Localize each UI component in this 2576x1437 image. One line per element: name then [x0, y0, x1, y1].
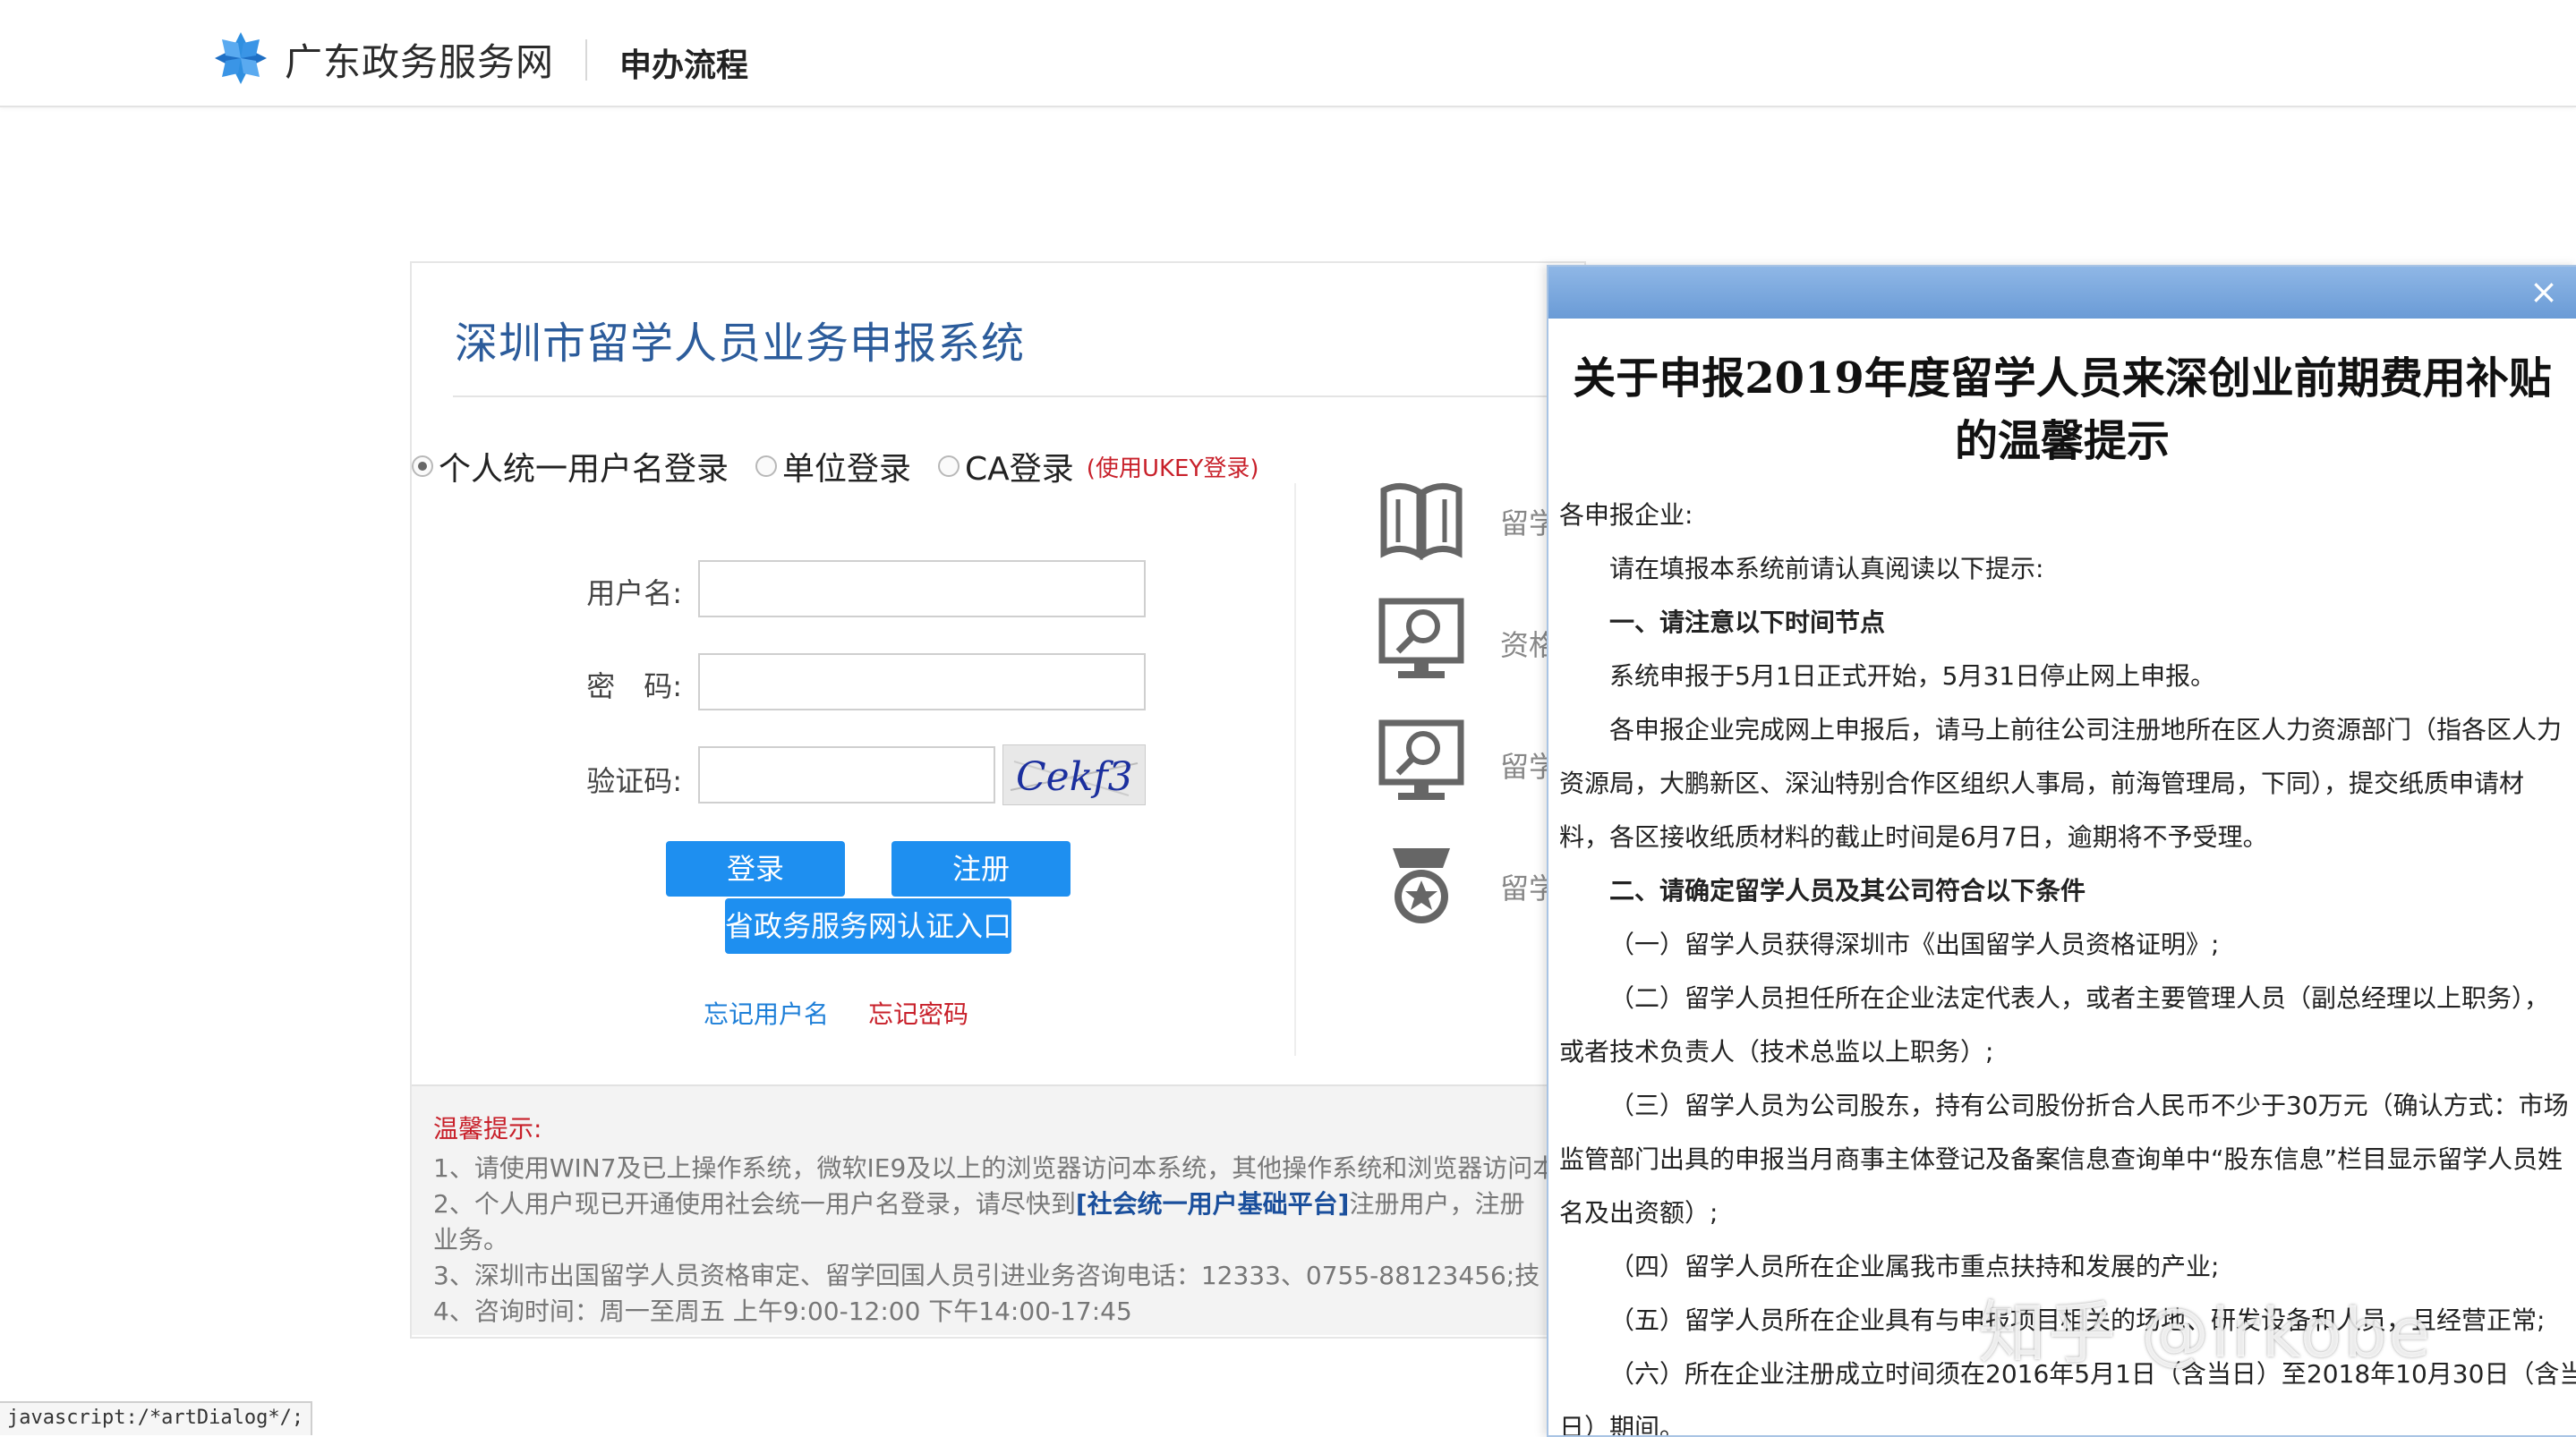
captcha-image[interactable]: Cekf3	[1002, 744, 1146, 805]
radio-unit[interactable]	[755, 455, 778, 477]
dialog-line: 资源局，大鹏新区、深汕特别合作区组织人事局，前海管理局，下同），提交纸质申请材	[1559, 769, 2525, 798]
book-icon[interactable]	[1375, 472, 1468, 565]
forgot-username-link[interactable]: 忘记用户名	[704, 995, 829, 1031]
dialog-line: 各申报企业完成网上申报后，请马上前往公司注册地所在区人力资源部门（指各区人力	[1609, 715, 2563, 744]
system-title: 深圳市留学人员业务申报系统	[455, 319, 1026, 369]
monitor-search-icon[interactable]	[1375, 594, 1468, 687]
captcha-label: 验证码:	[586, 764, 682, 798]
header-subtitle: 申办流程	[619, 47, 749, 84]
dialog-line: 请在填报本系统前请认真阅读以下提示:	[1609, 554, 2044, 583]
top-header: 广东政务服务网 申办流程	[0, 0, 2576, 107]
close-icon[interactable]: ×	[2526, 274, 2562, 310]
dialog-line: （二）留学人员担任所在企业法定代表人，或者主要管理人员（副总经理以上职务），	[1609, 983, 2550, 1013]
tip-line-2-after: 注册用户，注册	[1349, 1189, 1525, 1219]
dialog-title-line-2: 的温馨提示	[1954, 416, 2170, 466]
radio-ca-label[interactable]: CA登录	[965, 443, 1074, 489]
brand-name[interactable]: 广东政务服务网	[285, 32, 554, 87]
radio-personal[interactable]	[412, 455, 433, 477]
forgot-password-link[interactable]: 忘记密码	[868, 995, 968, 1031]
dialog-titlebar[interactable]: ×	[1548, 267, 2576, 319]
captcha-input[interactable]	[698, 746, 995, 804]
register-button[interactable]: 注册	[891, 841, 1070, 897]
tip-line-1: 1、请使用WIN7及已上操作系统，微软IE9及以上的浏览器访问本系统，其他操作系…	[433, 1153, 1558, 1183]
social-platform-link[interactable]: [社会统一用户基础平台]	[1076, 1189, 1350, 1219]
dialog-greeting: 各申报企业:	[1559, 500, 1693, 530]
login-type-selector: 个人统一用户名登录 单位登录 CA登录 (使用UKEY登录)	[412, 444, 1258, 489]
dialog-title-line-1: 关于申报2019年度留学人员来深创业前期费用补贴	[1573, 353, 2552, 404]
tip-line-4: 4、咨询时间：周一至周五 上午9:00-12:00 下午14:00-17:45	[433, 1297, 1132, 1326]
dialog-title: 关于申报2019年度留学人员来深创业前期费用补贴 的温馨提示	[1561, 347, 2563, 472]
header-divider	[585, 39, 587, 81]
tip-line-2: 2、个人用户现已开通使用社会统一用户名登录，请尽快到[社会统一用户基础平台]注册…	[433, 1185, 1524, 1220]
dialog-line: 或者技术负责人（技术总监以上职务）;	[1559, 1037, 1994, 1067]
tip-line-2-before: 2、个人用户现已开通使用社会统一用户名登录，请尽快到	[433, 1189, 1076, 1219]
username-input[interactable]	[698, 560, 1146, 617]
radio-personal-label[interactable]: 个人统一用户名登录	[439, 443, 729, 489]
watermark: 知乎 @lrkobe	[1978, 1293, 2433, 1373]
dialog-line: （一）留学人员获得深圳市《出国留学人员资格证明》;	[1609, 930, 2220, 959]
browser-status-bar: javascript:/*artDialog*/;	[0, 1401, 313, 1435]
logo-icon[interactable]	[213, 30, 269, 86]
password-label: 密 码:	[586, 669, 682, 703]
dialog-line: （三）留学人员为公司股东，持有公司股份折合人民币不少于30万元（确认方式：市场	[1609, 1091, 2569, 1120]
captcha-text: Cekf3	[1016, 754, 1133, 800]
username-label: 用户名:	[586, 576, 682, 610]
panel-divider	[1294, 483, 1296, 1056]
ca-note: (使用UKEY登录)	[1086, 455, 1259, 482]
dialog-line: 系统申报于5月1日正式开始，5月31日停止网上申报。	[1609, 661, 2216, 691]
login-button[interactable]: 登录	[666, 841, 845, 897]
dialog-line: 日）期间。	[1559, 1413, 1685, 1437]
monitor-search-icon[interactable]	[1375, 716, 1468, 809]
province-auth-button[interactable]: 省政务服务网认证入口	[725, 898, 1011, 954]
password-input[interactable]	[698, 653, 1146, 710]
radio-ca[interactable]	[938, 455, 960, 477]
dialog-line: 料，各区接收纸质材料的截止时间是6月7日，逾期将不予受理。	[1559, 822, 2268, 852]
dialog-heading-1: 一、请注意以下时间节点	[1609, 608, 1886, 637]
notice-dialog: × 关于申报2019年度留学人员来深创业前期费用补贴 的温馨提示 各申报企业: …	[1547, 265, 2576, 1437]
dialog-line: 名及出资额）;	[1559, 1198, 1719, 1228]
dialog-heading-2: 二、请确定留学人员及其公司符合以下条件	[1609, 876, 2086, 906]
tip-line-3: 3、深圳市出国留学人员资格审定、留学回国人员引进业务咨询电话：12333、075…	[433, 1261, 1540, 1290]
tip-line-2b: 业务。	[433, 1225, 509, 1254]
tips-title: 温馨提示:	[433, 1114, 542, 1144]
dialog-line: 监管部门出具的申报当月商事主体登记及备案信息查询单中“股东信息”栏目显示留学人员…	[1559, 1144, 2563, 1174]
award-icon[interactable]	[1375, 841, 1468, 934]
radio-unit-label[interactable]: 单位登录	[782, 443, 911, 489]
title-divider	[453, 395, 1581, 397]
